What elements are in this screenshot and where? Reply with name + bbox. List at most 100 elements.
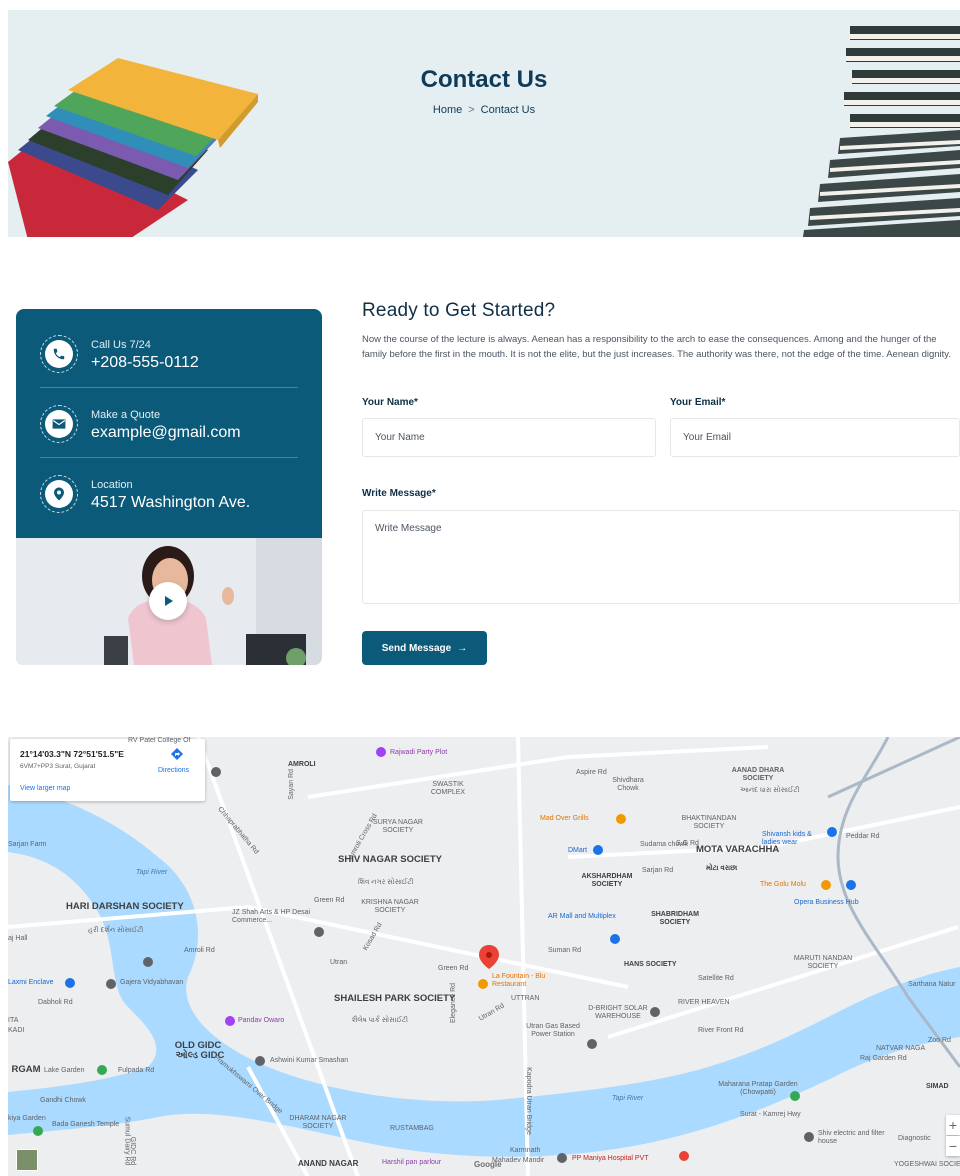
satellite-toggle-thumbnail[interactable] — [16, 1149, 38, 1171]
map-label: Maharana Pratap Garden (Chowpatti) — [718, 1081, 798, 1096]
map-label: aj Hall — [8, 935, 28, 942]
map-label: DHARAM NAGAR SOCIETY — [289, 1115, 347, 1130]
map-location-card: 21°14'03.3"N 72°51'51.5"E 6VM7+PP3 Surat… — [10, 739, 205, 801]
map-label: AANAD DHARA SOCIETY — [731, 767, 785, 782]
map-label: Diagnostic — [898, 1135, 931, 1142]
map-label: The Golu Molu — [760, 881, 806, 888]
map-label: Ashwini Kumar Smashan — [270, 1057, 349, 1064]
email-value: example@gmail.com — [91, 424, 241, 441]
map-label: Aspire Rd — [576, 769, 607, 776]
contact-location-row[interactable]: Location 4517 Washington Ave. — [16, 463, 322, 533]
map-label: Harshil pan parlour — [382, 1159, 442, 1166]
map-label: PP Maniya Hospital PVT — [572, 1155, 649, 1162]
location-icon-ring — [40, 475, 78, 513]
map-label: શૈલેષ પાર્ક સોસાઈટી — [352, 1017, 408, 1024]
map-label: SHABRIDHAM SOCIETY — [651, 911, 699, 926]
map-label: Peddar Rd — [846, 833, 880, 840]
map-label: ITA — [8, 1017, 19, 1024]
contact-info-card: Call Us 7/24 +208-555-0112 Make a Quote … — [16, 309, 322, 665]
name-label: Your Name* — [362, 397, 418, 408]
map-label: Green Rd — [314, 897, 345, 904]
map-label: MOTA VARACHHA — [696, 844, 780, 855]
arrow-right-icon: → — [457, 642, 468, 654]
send-message-label: Send Message — [381, 642, 452, 654]
map-label: Kapodra Utran Bridge — [524, 1067, 532, 1135]
map-label: Karmnath — [510, 1147, 541, 1154]
map-label: SHAILESH PARK SOCIETY — [334, 993, 456, 1004]
map-label: River Front Rd — [698, 1027, 744, 1034]
message-textarea[interactable] — [362, 510, 960, 604]
map-label: Shiv electric and filter house — [818, 1130, 885, 1145]
map-label: SWASTIK COMPLEX — [430, 781, 466, 796]
zoom-out-button[interactable]: − — [946, 1136, 960, 1156]
location-label: Location — [91, 479, 133, 491]
map-label: Utran Gas Based Power Station — [526, 1023, 580, 1038]
map-label: La Fountain - Blu Restaurant — [492, 973, 546, 988]
map-label: Surat - Kamrej Hwy — [740, 1111, 801, 1118]
breadcrumb-separator: > — [468, 104, 475, 116]
map-label: આનંદ ધારા સોસાઈટી — [740, 787, 800, 794]
map-plus-code: 6VM7+PP3 Surat, Gujarat — [20, 763, 96, 770]
directions-link[interactable]: Directions — [158, 767, 189, 774]
play-video-button[interactable] — [149, 582, 187, 620]
map-label: RV Patel College Of — [128, 737, 191, 744]
view-larger-map-link[interactable]: View larger map — [20, 785, 70, 792]
map-label: Tapi River — [612, 1095, 644, 1102]
map-label: Gajera Vidyabhavan — [120, 979, 184, 986]
phone-label: Call Us 7/24 — [91, 339, 151, 351]
map-label: RUSTAMBAG — [390, 1125, 434, 1132]
directions-icon[interactable] — [170, 747, 184, 763]
form-title: Ready to Get Started? — [362, 300, 556, 321]
play-icon — [165, 596, 173, 606]
map-label: Gandhi Chowk — [40, 1097, 86, 1104]
map-label: KADI — [8, 1027, 25, 1034]
google-attribution: Google — [474, 1160, 502, 1169]
map-label: D-BRIGHT SOLAR WAREHOUSE — [588, 1005, 648, 1020]
contact-phone-row[interactable]: Call Us 7/24 +208-555-0112 — [16, 323, 322, 393]
location-value: 4517 Washington Ave. — [91, 494, 251, 511]
location-pin-icon — [45, 480, 73, 508]
map-label: Zoo Rd — [928, 1037, 951, 1044]
phone-icon-ring — [40, 335, 78, 373]
map-label: ANAND NAGAR — [298, 1159, 359, 1168]
map-label: Rajwadi Party Plot — [390, 749, 448, 756]
name-input[interactable] — [362, 418, 656, 457]
map-label: DMart — [568, 847, 588, 854]
map-label: Shivansh kids & ladies wear — [762, 831, 812, 846]
zoom-in-button[interactable]: + — [946, 1115, 960, 1135]
form-description: Now the course of the lecture is always.… — [362, 334, 951, 360]
map-label: Bada Ganesh Temple — [52, 1121, 120, 1128]
map-coordinates: 21°14'03.3"N 72°51'51.5"E — [20, 749, 124, 759]
map-label: kiya Garden — [8, 1115, 46, 1122]
map-label: Pandav Owaro — [238, 1017, 285, 1024]
email-input[interactable] — [670, 418, 960, 457]
map-label: YOGESHWAI SOCIETY — [894, 1161, 960, 1168]
breadcrumb-home-link[interactable]: Home — [433, 104, 462, 116]
map-label: JZ Shah Arts & HP Desai Commerce... — [232, 909, 311, 924]
divider — [40, 457, 298, 458]
breadcrumb-current: Contact Us — [480, 104, 536, 116]
map-label: HARI DARSHAN SOCIETY — [66, 901, 184, 912]
map-label: Fulpada Rd — [118, 1067, 155, 1074]
map-label: AKSHARDHAM SOCIETY — [581, 873, 633, 888]
map-label: હરી દર્શન સોસાઈટી — [88, 927, 144, 934]
contact-email-row[interactable]: Make a Quote example@gmail.com — [16, 393, 322, 463]
map-label: Green Rd — [438, 965, 469, 972]
map-label: Mad Over Grills — [540, 815, 589, 822]
mail-icon-ring — [40, 405, 78, 443]
map-label: Opera Business Hub — [794, 899, 859, 906]
map-label: Shivdhara Chowk — [612, 777, 644, 792]
map-label: શિવ નગર સોસાઈટી — [358, 879, 414, 886]
map-label: Dabholi Rd — [38, 999, 73, 1006]
map-label: RGAM — [11, 1064, 41, 1075]
map-label: મોટા વરાછા — [706, 865, 738, 872]
map-label: UTTRAN — [511, 995, 540, 1002]
map-label: Suman Rd — [548, 947, 582, 954]
map-label: Amroli Rd — [184, 947, 215, 954]
map-label: NATVAR NAGA — [876, 1045, 926, 1052]
map-label: Raj Garden Rd — [860, 1055, 907, 1062]
send-message-button[interactable]: Send Message → — [362, 631, 487, 665]
divider — [40, 387, 298, 388]
phone-icon — [45, 340, 73, 368]
google-map-embed[interactable]: 21°14'03.3"N 72°51'51.5"E 6VM7+PP3 Surat… — [8, 737, 960, 1176]
